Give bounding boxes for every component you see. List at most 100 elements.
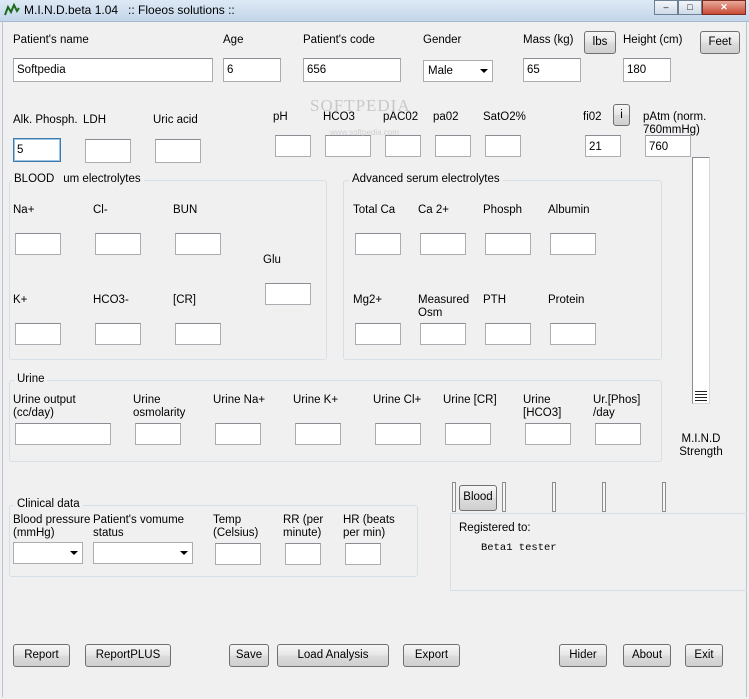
report-button[interactable]: Report [13, 644, 70, 667]
patient-name-field[interactable]: Softpedia [13, 58, 213, 82]
total-ca-field[interactable] [355, 233, 401, 255]
chevron-down-icon [180, 551, 188, 555]
bun-label: BUN [173, 204, 198, 216]
registered-user: Beta1 tester [481, 542, 557, 554]
measured-osm-field[interactable] [420, 323, 466, 345]
cl-field[interactable] [95, 233, 141, 255]
title-bar[interactable]: M.I.N.D.beta 1.04 :: Floeos solutions ::… [0, 0, 749, 22]
strength-meter[interactable] [692, 157, 710, 404]
load-analysis-button[interactable]: Load Analysis [277, 644, 389, 667]
hco3-field[interactable] [325, 135, 371, 157]
lbs-button[interactable]: lbs [584, 31, 616, 54]
minimize-button[interactable]: – [654, 0, 678, 15]
phosph-field[interactable] [485, 233, 531, 255]
hco3-minus-label: HCO3- [93, 294, 129, 306]
height-field[interactable]: 180 [623, 58, 671, 82]
na-field[interactable] [15, 233, 61, 255]
rr-field[interactable] [285, 543, 321, 565]
watermark: SOFTPEDIA [310, 96, 411, 115]
mass-field[interactable]: 65 [523, 58, 581, 82]
gender-dropdown[interactable]: Male [423, 60, 493, 82]
glu-field[interactable] [265, 283, 311, 305]
export-button[interactable]: Export [403, 644, 460, 667]
hco3-minus-field[interactable] [95, 323, 141, 345]
albumin-field[interactable] [550, 233, 596, 255]
ph-label: pH [273, 111, 288, 123]
urine-output-field[interactable] [15, 423, 111, 445]
urine-phos-field[interactable] [595, 423, 641, 445]
alk-phosph-label: Alk. Phosph. [13, 114, 78, 126]
about-button[interactable]: About [623, 644, 671, 667]
urine-cl-field[interactable] [375, 423, 421, 445]
pth-field[interactable] [485, 323, 531, 345]
blood-title-rest: um electrolytes [63, 173, 141, 185]
strength-grip-icon[interactable] [695, 391, 707, 401]
temp-field[interactable] [215, 543, 261, 565]
uric-acid-field[interactable] [155, 139, 201, 163]
hider-button[interactable]: Hider [559, 644, 607, 667]
patient-code-field[interactable]: 656 [303, 58, 401, 82]
tab-separator[interactable] [502, 482, 506, 512]
window-title: M.I.N.D.beta 1.04 :: Floeos solutions :: [24, 3, 235, 17]
sato2-field[interactable] [485, 135, 521, 157]
ph-field[interactable] [275, 135, 311, 157]
urine-cr-label: Urine [CR] [443, 394, 497, 406]
mass-label: Mass (kg) [523, 34, 574, 46]
urine-cr-field[interactable] [445, 423, 491, 445]
blood-group-title: BLOOD um electrolytes [11, 173, 144, 186]
registered-title: Registered to: [459, 522, 531, 534]
alk-phosph-field[interactable]: 5 [13, 138, 61, 162]
urine-group [9, 380, 662, 462]
urine-k-field[interactable] [295, 423, 341, 445]
blood-pressure-label: Blood pressure (mmHg) [13, 514, 91, 539]
patient-code-label: Patient's code [303, 34, 375, 46]
info-button[interactable]: i [613, 104, 630, 126]
tab-separator [452, 482, 456, 512]
hr-label: HR (beats per min) [343, 514, 395, 539]
feet-button[interactable]: Feet [700, 31, 740, 54]
phosph-label: Phosph [483, 204, 523, 216]
report-plus-button[interactable]: ReportPLUS [85, 644, 171, 667]
fio2-field[interactable]: 21 [585, 135, 621, 157]
blood-tab-button[interactable]: Blood [459, 485, 497, 511]
blood-title-main: BLOOD [14, 173, 55, 185]
urine-na-field[interactable] [215, 423, 261, 445]
tab-separator[interactable] [602, 482, 606, 512]
volume-status-dropdown[interactable] [93, 542, 193, 564]
age-label: Age [223, 34, 244, 46]
chevron-down-icon [480, 69, 488, 73]
hr-field[interactable] [345, 543, 381, 565]
ldh-label: LDH [83, 114, 107, 126]
protein-field[interactable] [550, 323, 596, 345]
albumin-label: Albumin [548, 204, 590, 216]
blood-pressure-dropdown[interactable] [13, 542, 83, 564]
urine-cl-label: Urine Cl+ [373, 394, 422, 406]
urine-group-title: Urine [14, 373, 48, 386]
mg-field[interactable] [355, 323, 401, 345]
age-field[interactable]: 6 [223, 58, 281, 82]
rr-label: RR (per minute) [283, 514, 324, 539]
bun-field[interactable] [175, 233, 221, 255]
cr-label: [CR] [173, 294, 196, 306]
ldh-field[interactable] [85, 139, 131, 163]
exit-button[interactable]: Exit [685, 644, 723, 667]
ca2-field[interactable] [420, 233, 466, 255]
ca2-label: Ca 2+ [418, 204, 450, 216]
tab-separator[interactable] [552, 482, 556, 512]
urine-osmolarity-field[interactable] [135, 423, 181, 445]
paco2-field[interactable] [385, 135, 421, 157]
tab-separator[interactable] [662, 482, 666, 512]
close-button[interactable]: ✕ [702, 0, 746, 15]
na-label: Na+ [13, 204, 35, 216]
cr-field[interactable] [175, 323, 221, 345]
patm-field[interactable]: 760 [645, 135, 691, 157]
advanced-group-title: Advanced serum electrolytes [349, 173, 503, 186]
pao2-field[interactable] [435, 135, 471, 157]
chevron-down-icon [70, 551, 78, 555]
volume-status-label: Patient's vomume status [93, 514, 185, 539]
urine-k-label: Urine K+ [293, 394, 339, 406]
maximize-button[interactable]: □ [678, 0, 702, 15]
urine-hco3-field[interactable] [525, 423, 571, 445]
k-field[interactable] [15, 323, 61, 345]
save-button[interactable]: Save [229, 644, 269, 667]
